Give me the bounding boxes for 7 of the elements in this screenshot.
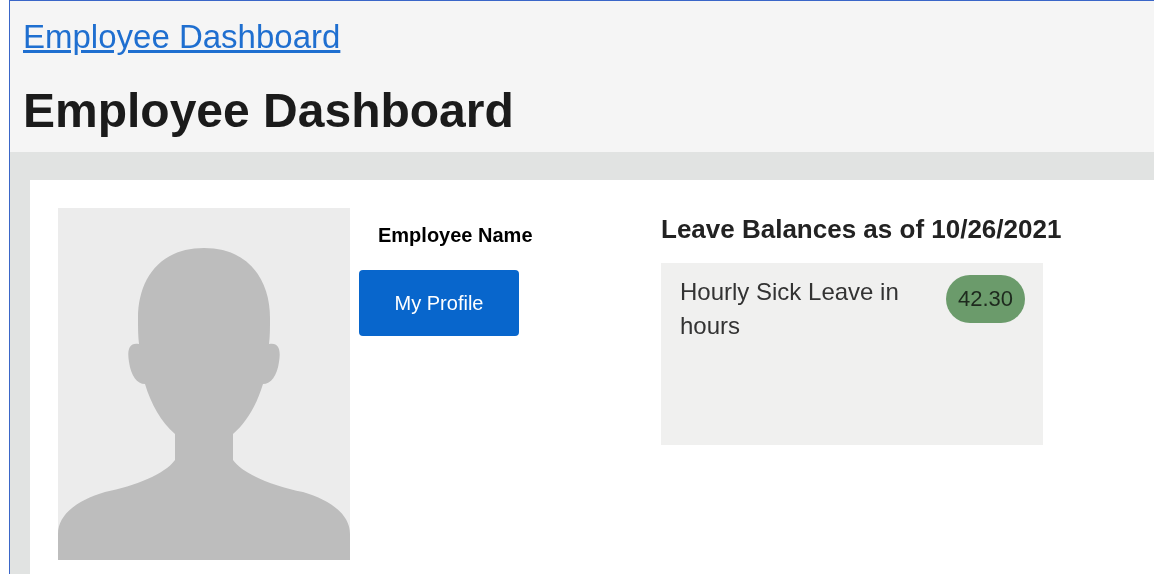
leave-type-label: Hourly Sick Leave in hours <box>680 277 900 341</box>
leave-hours-badge: 42.30 <box>945 275 1025 323</box>
leave-balances-title: Leave Balances as of 10/26/2021 <box>661 213 1062 246</box>
employee-name-label: Employee Name <box>378 223 533 248</box>
breadcrumb-link[interactable]: Employee Dashboard <box>23 17 341 57</box>
profile-button[interactable]: My Profile <box>359 270 519 336</box>
page-title: Employee Dashboard <box>23 83 514 139</box>
